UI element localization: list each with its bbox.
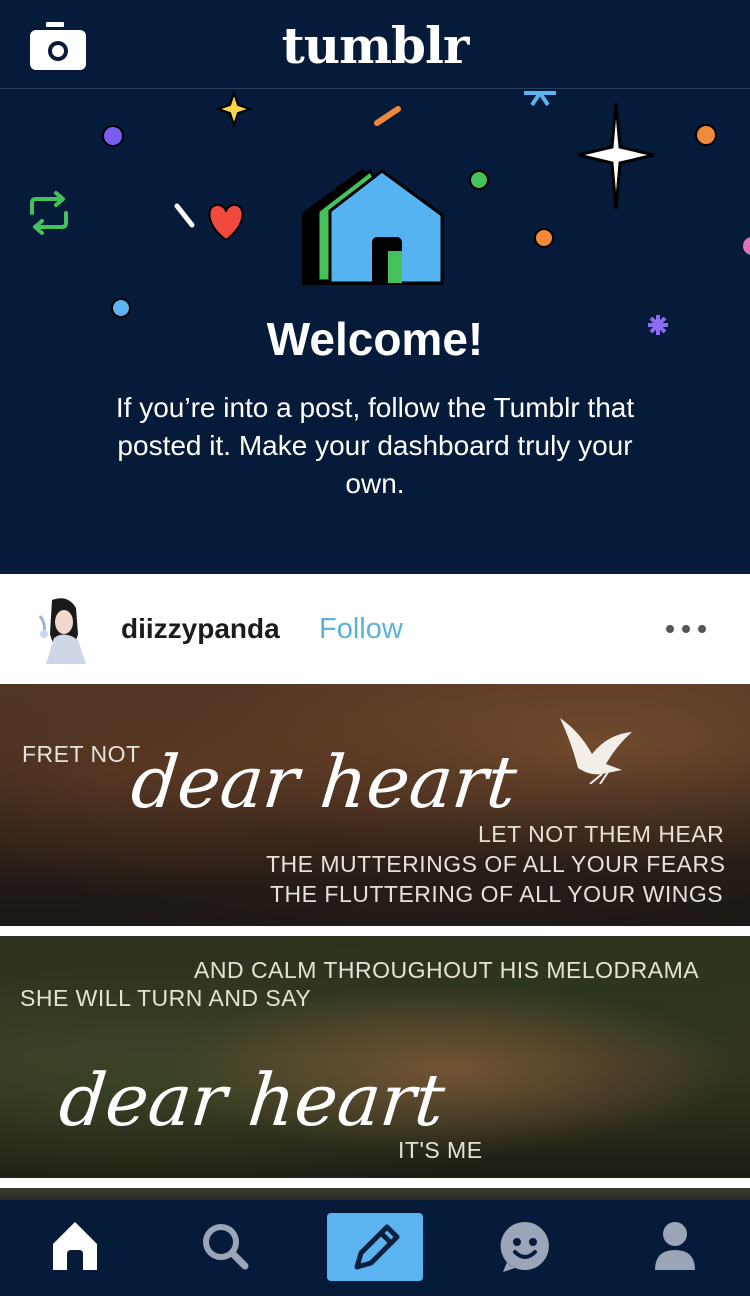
nav-home[interactable] xyxy=(43,1214,107,1278)
welcome-title: Welcome! xyxy=(266,313,484,365)
welcome-message: If you’re into a post, follow the Tumblr… xyxy=(115,392,635,499)
welcome-banner: Welcome! If you’re into a post, follow t… xyxy=(0,89,750,574)
post-header: diizzypanda Follow xyxy=(0,574,750,684)
follow-button[interactable]: Follow xyxy=(319,612,403,646)
bird-illustration xyxy=(560,718,632,784)
post-image-2[interactable]: AND CALM THROUGHOUT HIS MELODRAMA SHE WI… xyxy=(0,936,750,1178)
image1-line2: LET NOT THEM HEAR xyxy=(478,821,725,847)
home-icon xyxy=(53,1222,97,1270)
nav-activity[interactable] xyxy=(493,1214,557,1278)
nav-account[interactable] xyxy=(643,1214,707,1278)
image1-script: dear heart xyxy=(127,740,521,824)
image-divider xyxy=(0,926,750,936)
nav-search[interactable] xyxy=(193,1214,257,1278)
top-bar: tumblr xyxy=(0,0,750,89)
house-illustration xyxy=(302,168,444,285)
pencil-icon xyxy=(354,1224,400,1270)
image2-script: dear heart xyxy=(55,1058,449,1142)
tumblr-logo: tumblr xyxy=(281,16,470,75)
post-username[interactable]: diizzypanda xyxy=(121,612,280,646)
post-image-1[interactable]: FRET NOT dear heart LET NOT THEM HEAR TH… xyxy=(0,684,750,926)
image2-line2: SHE WILL TURN AND SAY xyxy=(20,985,312,1011)
nav-compose[interactable] xyxy=(327,1213,423,1281)
smiley-icon xyxy=(500,1221,549,1272)
post-image-3[interactable] xyxy=(0,1188,750,1200)
bottom-navigation xyxy=(0,1200,750,1296)
image1-line4: THE FLUTTERING OF ALL YOUR WINGS xyxy=(270,881,724,907)
person-icon xyxy=(655,1222,695,1270)
image1-line1: FRET NOT xyxy=(22,741,141,767)
image1-line3: THE MUTTERINGS OF ALL YOUR FEARS xyxy=(266,851,726,877)
image-divider xyxy=(0,1178,750,1188)
more-options-button[interactable] xyxy=(664,612,708,646)
avatar[interactable] xyxy=(34,594,96,664)
image2-line3: IT'S ME xyxy=(398,1137,483,1163)
search-icon xyxy=(203,1224,249,1270)
more-horizontal-icon xyxy=(666,625,706,633)
image2-line1: AND CALM THROUGHOUT HIS MELODRAMA xyxy=(194,957,700,983)
